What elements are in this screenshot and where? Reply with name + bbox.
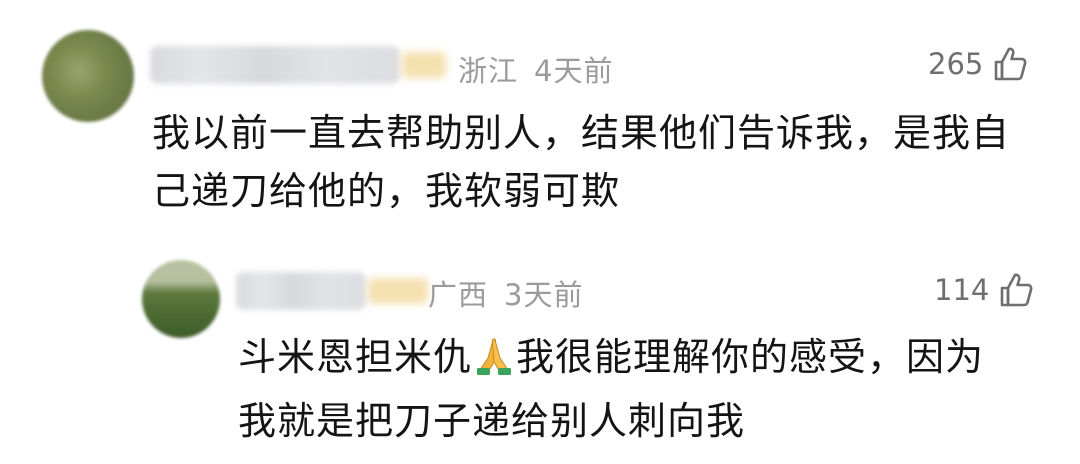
comment-meta: 广西 3天前: [428, 272, 583, 314]
comment-text-line: 我就是把刀子递给别人刺向我: [238, 399, 746, 443]
comment-text-segment: 斗米恩担米仇: [238, 335, 473, 379]
location-label: 广西: [428, 278, 489, 312]
avatar[interactable]: [142, 260, 220, 338]
like-count: 114: [934, 273, 990, 307]
comment-body: 斗米恩担米仇 我很能理解你的感受，因为 我就是把刀子递给别人刺向我: [238, 328, 984, 450]
timestamp: 3天前: [504, 278, 584, 312]
like-control[interactable]: 114: [934, 272, 1033, 308]
thumbs-up-icon[interactable]: [999, 272, 1033, 308]
folded-hands-icon: [474, 334, 514, 392]
username-blurred[interactable]: [236, 272, 366, 310]
reply-item: 广西 3天前 114 斗米恩担米仇 我很能理解你的感受，因为 我就是把刀子递给别人…: [0, 0, 1080, 464]
comment-thread: 浙江 4天前 265 我以前一直去帮助别人，结果他们告诉我，是我自 己递刀给他的，…: [0, 0, 1080, 464]
user-badge: [368, 278, 428, 304]
comment-text-line: 斗米恩担米仇 我很能理解你的感受，因为: [238, 328, 984, 392]
comment-text-segment: 我很能理解你的感受，因为: [516, 335, 985, 379]
